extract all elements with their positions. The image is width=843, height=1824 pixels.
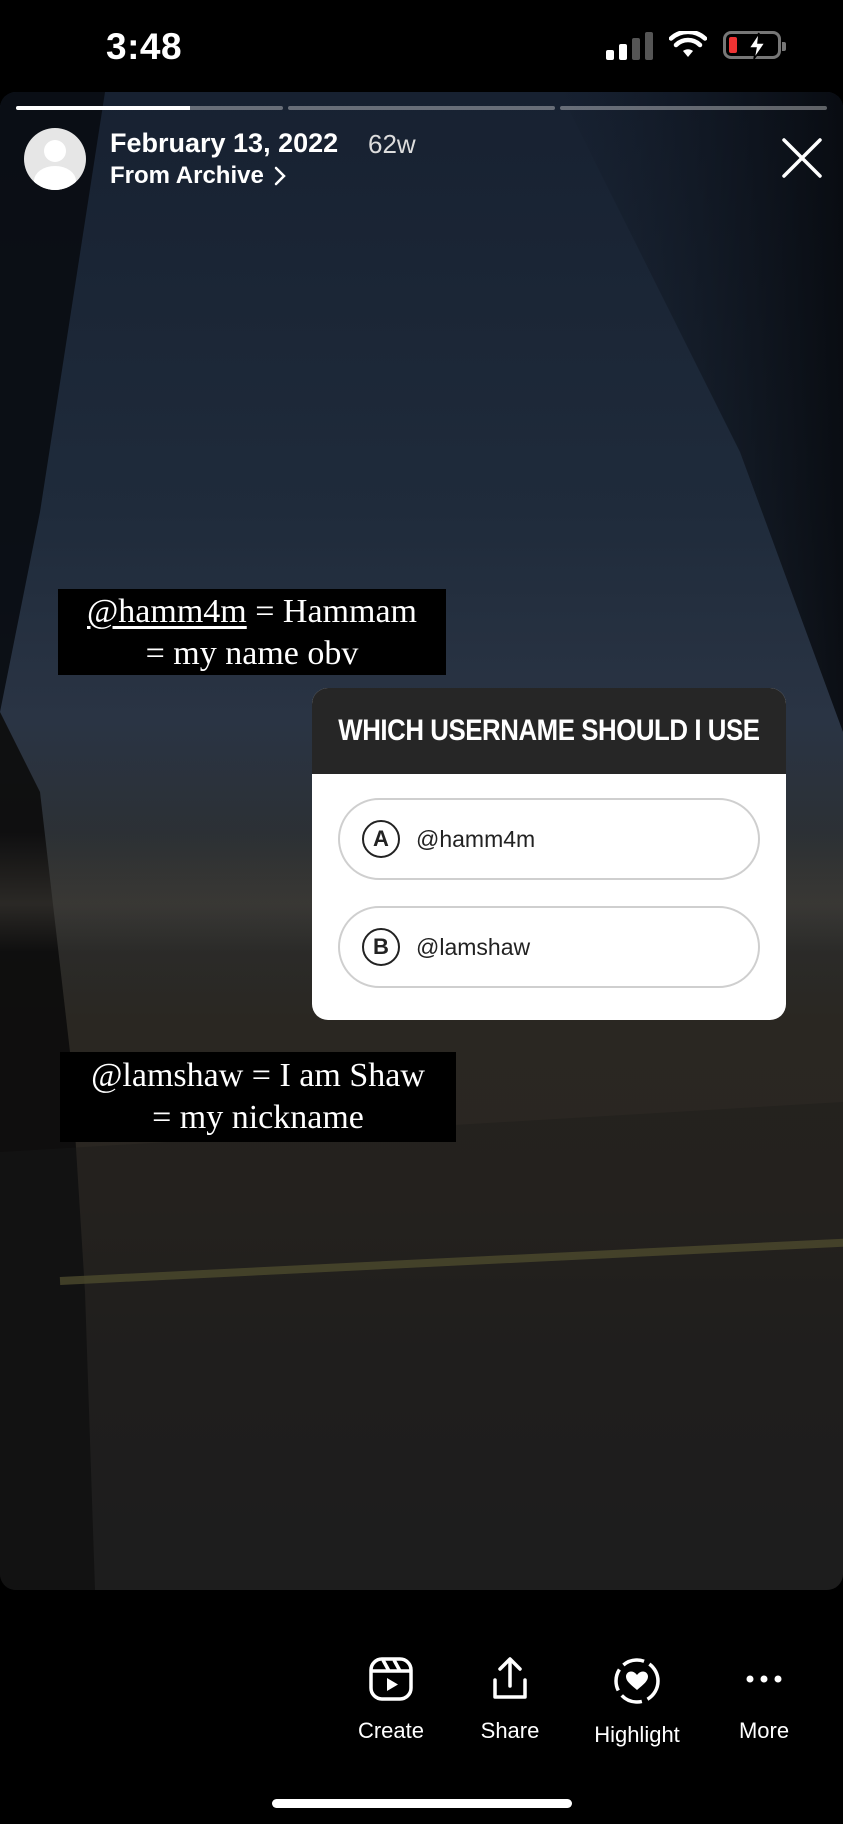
option-letter-badge: B [362, 928, 400, 966]
close-icon[interactable] [780, 136, 824, 180]
from-archive-label: From Archive [110, 162, 264, 189]
story-viewer[interactable]: February 13, 2022 62w From Archive @hamm… [0, 92, 843, 1590]
more-label: More [738, 1718, 790, 1743]
caption-username: @hamm4m [87, 593, 247, 630]
status-icons [606, 30, 786, 60]
status-time: 3:48 [106, 26, 183, 67]
progress-segment [560, 106, 827, 110]
wifi-icon [669, 31, 707, 57]
caption-rest: = Hammam [246, 593, 417, 630]
more-dots-icon [746, 1675, 782, 1683]
status-bar: 3:48 [0, 0, 843, 92]
story-progress-bar [16, 106, 827, 110]
more-button[interactable]: More [704, 1656, 824, 1744]
charging-bolt-icon [747, 32, 767, 60]
chevron-right-icon [274, 166, 286, 186]
story-age: 62w [368, 129, 416, 159]
share-icon [493, 1657, 527, 1699]
story-date: February 13, 2022 [110, 128, 339, 158]
caption-line: = my nickname [152, 1099, 364, 1136]
reels-create-icon [369, 1657, 413, 1701]
poll-header: WHICH USERNAME SHOULD I USE [312, 688, 786, 774]
option-label: @lamshaw [416, 933, 531, 960]
caption-text-2: @lamshaw = I am Shaw = my nickname [60, 1052, 456, 1142]
create-label: Create [357, 1718, 425, 1743]
cellular-signal-icon [606, 30, 653, 60]
option-letter-badge: A [362, 820, 400, 858]
highlight-button[interactable]: Highlight [577, 1656, 697, 1748]
share-label: Share [480, 1718, 540, 1743]
progress-segment [288, 106, 555, 110]
create-button[interactable]: Create [331, 1656, 451, 1744]
option-label: @hamm4m [416, 825, 536, 852]
from-archive-link[interactable]: From Archive [110, 162, 286, 190]
highlight-label: Highlight [594, 1722, 680, 1747]
caption-text-1: @hamm4m = Hammam = my name obv [58, 589, 446, 675]
home-indicator[interactable] [272, 1799, 572, 1808]
bottom-toolbar: Create Share Highlight More [0, 1590, 843, 1824]
caption-line: = my name obv [145, 635, 359, 672]
caption-line: @hamm4m = Hammam [58, 591, 446, 633]
caption-line: @lamshaw = I am Shaw [91, 1057, 425, 1094]
avatar[interactable] [24, 128, 86, 190]
progress-segment [16, 106, 283, 110]
share-button[interactable]: Share [450, 1656, 570, 1744]
poll-sticker[interactable]: WHICH USERNAME SHOULD I USE A @hamm4m B … [312, 688, 786, 1020]
poll-option-b[interactable]: B @lamshaw [338, 906, 760, 988]
highlight-heart-icon [614, 1658, 660, 1704]
battery-icon [723, 31, 786, 60]
poll-option-a[interactable]: A @hamm4m [338, 798, 760, 880]
poll-question: WHICH USERNAME SHOULD I USE [338, 714, 760, 747]
